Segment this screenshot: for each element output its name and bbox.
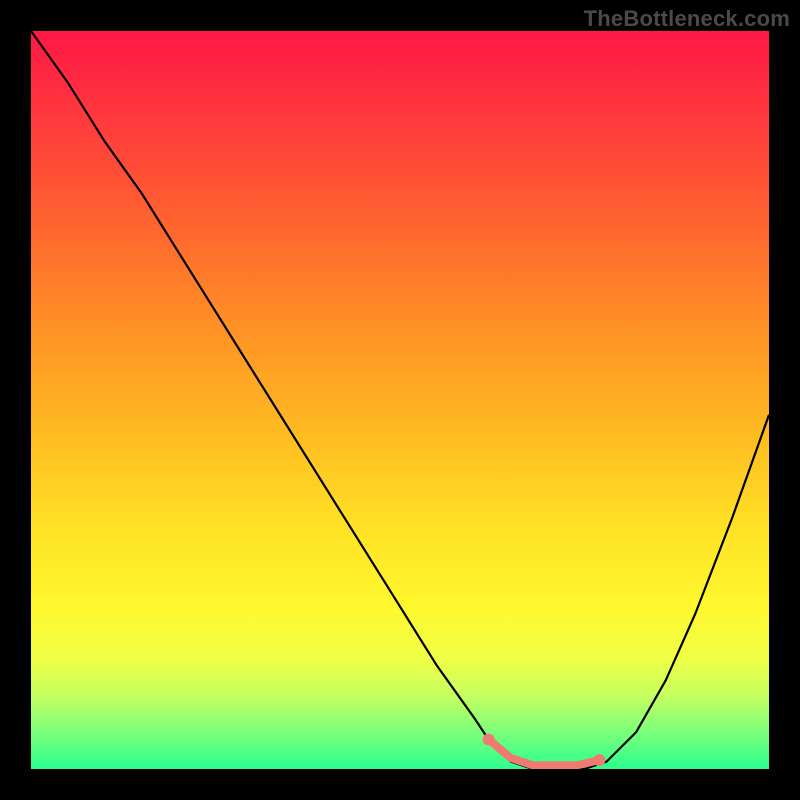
chart-frame: TheBottleneck.com [0, 0, 800, 800]
marker-dot [483, 734, 495, 746]
marker-dot [593, 754, 605, 766]
plot-area [31, 31, 769, 769]
optimal-range-markers [31, 31, 769, 769]
watermark-text: TheBottleneck.com [584, 6, 790, 32]
optimal-range-stroke [489, 740, 600, 766]
